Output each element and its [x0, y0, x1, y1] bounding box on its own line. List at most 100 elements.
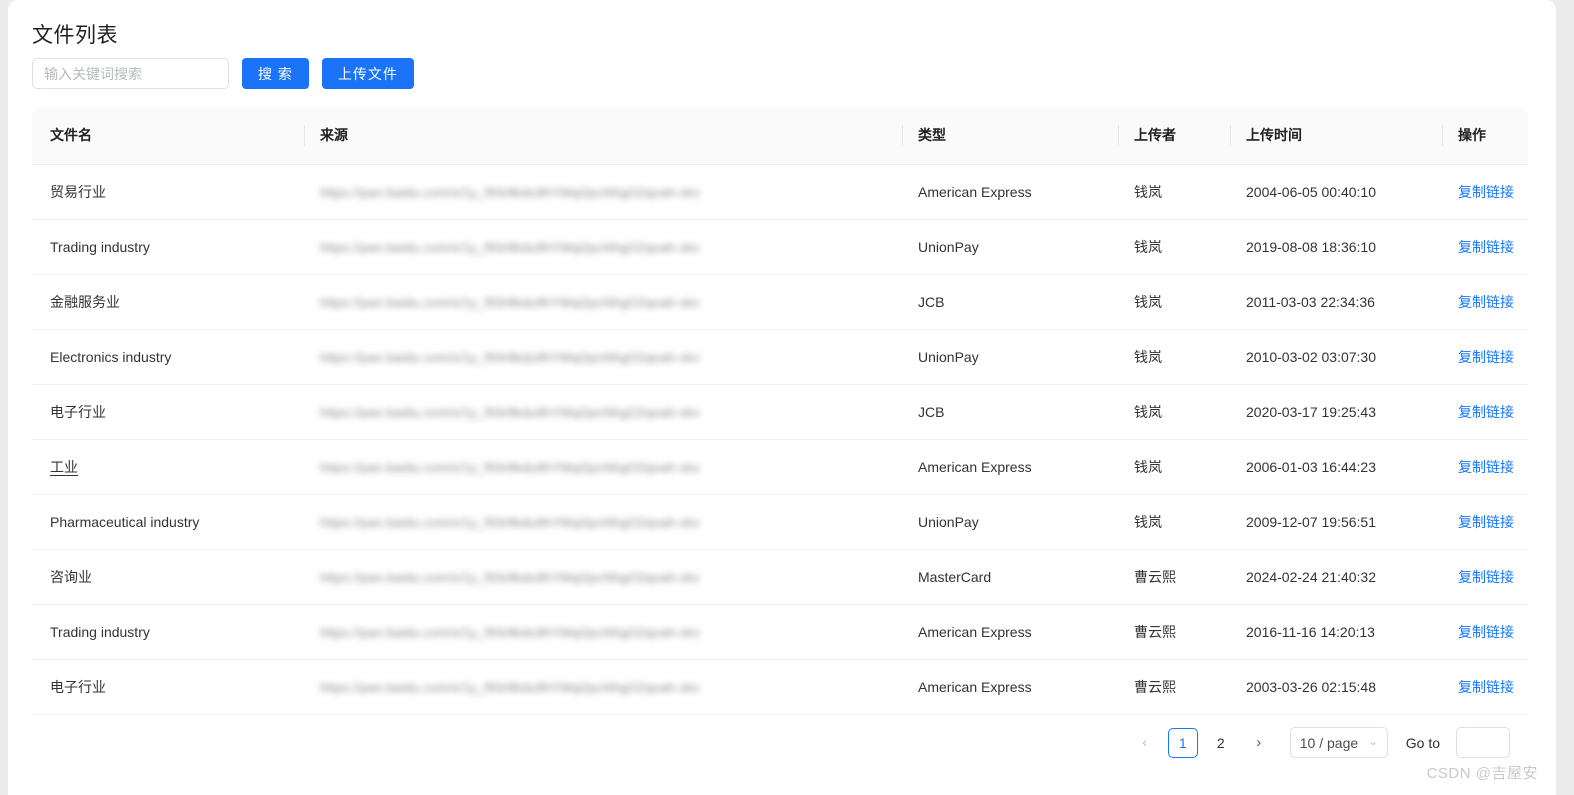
table-row: 咨询业 https://pan.baidu.com/s/1y_f93r8kdu9h…: [32, 549, 1528, 605]
pagination-page-1[interactable]: 1: [1167, 727, 1198, 758]
cell-source: https://pan.baidu.com/s/1y_f93r8kdu9hYMq…: [304, 274, 902, 330]
cell-source: https://pan.baidu.com/s/1y_f93r8kdu9hYMq…: [304, 164, 902, 220]
search-input[interactable]: [32, 58, 229, 89]
file-name-text: 贸易行业: [50, 183, 106, 200]
cell-uploader: 钱岚: [1118, 384, 1230, 440]
cell-action: 复制链接: [1442, 384, 1528, 440]
page-size-select[interactable]: 10 / page ⌄: [1289, 727, 1388, 758]
cell-type: JCB: [902, 384, 1118, 440]
cell-uploader: 曹云熙: [1118, 604, 1230, 660]
table-row: 电子行业 https://pan.baidu.com/s/1y_f93r8kdu9…: [32, 659, 1528, 715]
file-name-text: 咨询业: [50, 568, 92, 585]
cell-file-name: 工业: [32, 439, 304, 495]
file-name-text: 电子行业: [50, 678, 106, 695]
cell-action: 复制链接: [1442, 329, 1528, 385]
cell-source: https://pan.baidu.com/s/1y_f93r8kdu9hYMq…: [304, 659, 902, 715]
cell-upload-time: 2004-06-05 00:40:10: [1230, 164, 1442, 220]
table-row: 电子行业 https://pan.baidu.com/s/1y_f93r8kdu9…: [32, 384, 1528, 440]
file-name-text[interactable]: 工业: [50, 459, 78, 475]
cell-file-name: Trading industry: [32, 219, 304, 275]
cell-type: JCB: [902, 274, 1118, 330]
source-url-blurred: https://pan.baidu.com/s/1y_f93r8kdu9hYMq…: [320, 624, 700, 640]
cell-action: 复制链接: [1442, 549, 1528, 605]
cell-uploader: 钱岚: [1118, 494, 1230, 550]
table-header-row: 文件名 来源 类型 上传者 上传时间 操作: [32, 107, 1528, 165]
cell-file-name: 电子行业: [32, 659, 304, 715]
cell-type: UnionPay: [902, 329, 1118, 385]
cell-source: https://pan.baidu.com/s/1y_f93r8kdu9hYMq…: [304, 439, 902, 495]
cell-upload-time: 2016-11-16 14:20:13: [1230, 604, 1442, 660]
pagination-prev-button[interactable]: ‹: [1130, 728, 1160, 758]
pagination-next-button[interactable]: ›: [1244, 728, 1274, 758]
cell-type: American Express: [902, 164, 1118, 220]
cell-upload-time: 2009-12-07 19:56:51: [1230, 494, 1442, 550]
copy-link-button[interactable]: 复制链接: [1458, 624, 1514, 640]
copy-link-button[interactable]: 复制链接: [1458, 184, 1514, 200]
table-row: Trading industry https://pan.baidu.com/s/…: [32, 604, 1528, 660]
table-row: Pharmaceutical industry https://pan.baidu…: [32, 494, 1528, 550]
watermark: CSDN @吉屋安: [1426, 765, 1538, 782]
table-row: Trading industry https://pan.baidu.com/s/…: [32, 219, 1528, 275]
cell-action: 复制链接: [1442, 604, 1528, 660]
cell-upload-time: 2020-03-17 19:25:43: [1230, 384, 1442, 440]
page-size-label: 10 / page: [1299, 734, 1359, 751]
cell-upload-time: 2003-03-26 02:15:48: [1230, 659, 1442, 715]
source-url-blurred: https://pan.baidu.com/s/1y_f93r8kdu9hYMq…: [320, 459, 700, 475]
table-header: 文件名 来源 类型 上传者 上传时间 操作: [32, 107, 1528, 165]
column-header-action: 操作: [1442, 107, 1528, 165]
cell-file-name: Trading industry: [32, 604, 304, 660]
upload-file-button[interactable]: 上传文件: [321, 58, 414, 89]
copy-link-button[interactable]: 复制链接: [1458, 404, 1514, 420]
goto-page-input[interactable]: [1456, 727, 1510, 758]
cell-source: https://pan.baidu.com/s/1y_f93r8kdu9hYMq…: [304, 549, 902, 605]
copy-link-button[interactable]: 复制链接: [1458, 239, 1514, 255]
cell-file-name: 金融服务业: [32, 274, 304, 330]
pagination-page-2[interactable]: 2: [1205, 727, 1236, 758]
table-row: 贸易行业 https://pan.baidu.com/s/1y_f93r8kdu9…: [32, 164, 1528, 220]
cell-file-name: Electronics industry: [32, 329, 304, 385]
cell-source: https://pan.baidu.com/s/1y_f93r8kdu9hYMq…: [304, 329, 902, 385]
cell-upload-time: 2019-08-08 18:36:10: [1230, 219, 1442, 275]
table-row: Electronics industry https://pan.baidu.co…: [32, 329, 1528, 385]
cell-uploader: 钱岚: [1118, 219, 1230, 275]
copy-link-button[interactable]: 复制链接: [1458, 569, 1514, 585]
table-row: 工业 https://pan.baidu.com/s/1y_f93r8kdu9hY…: [32, 439, 1528, 495]
cell-upload-time: 2011-03-03 22:34:36: [1230, 274, 1442, 330]
file-name-text: 电子行业: [50, 403, 106, 420]
cell-action: 复制链接: [1442, 219, 1528, 275]
cell-type: American Express: [902, 439, 1118, 495]
column-header-type: 类型: [902, 107, 1118, 165]
copy-link-button[interactable]: 复制链接: [1458, 349, 1514, 365]
cell-uploader: 钱岚: [1118, 329, 1230, 385]
column-header-upload-time: 上传时间: [1230, 107, 1442, 165]
copy-link-button[interactable]: 复制链接: [1458, 514, 1514, 530]
cell-uploader: 曹云熙: [1118, 549, 1230, 605]
file-name-text: Electronics industry: [50, 348, 172, 365]
column-header-source: 来源: [304, 107, 902, 165]
file-table-container: 文件名 来源 类型 上传者 上传时间 操作 贸易行业 https://pan.ba…: [32, 107, 1528, 715]
file-table: 文件名 来源 类型 上传者 上传时间 操作 贸易行业 https://pan.ba…: [32, 107, 1528, 715]
copy-link-button[interactable]: 复制链接: [1458, 459, 1514, 475]
cell-type: UnionPay: [902, 219, 1118, 275]
copy-link-button[interactable]: 复制链接: [1458, 679, 1514, 695]
copy-link-button[interactable]: 复制链接: [1458, 294, 1514, 310]
cell-uploader: 钱岚: [1118, 164, 1230, 220]
file-list-card: 文件列表 搜 索 上传文件 文件名 来源 类型 上传者 上传时间 操作 贸易行业…: [8, 0, 1556, 795]
cell-file-name: 贸易行业: [32, 164, 304, 220]
cell-upload-time: 2010-03-02 03:07:30: [1230, 329, 1442, 385]
cell-action: 复制链接: [1442, 274, 1528, 330]
source-url-blurred: https://pan.baidu.com/s/1y_f93r8kdu9hYMq…: [320, 404, 700, 420]
cell-action: 复制链接: [1442, 494, 1528, 550]
search-button[interactable]: 搜 索: [242, 58, 309, 89]
source-url-blurred: https://pan.baidu.com/s/1y_f93r8kdu9hYMq…: [320, 294, 700, 310]
cell-uploader: 曹云熙: [1118, 659, 1230, 715]
column-header-file-name: 文件名: [32, 107, 304, 165]
cell-file-name: 咨询业: [32, 549, 304, 605]
cell-action: 复制链接: [1442, 164, 1528, 220]
cell-file-name: 电子行业: [32, 384, 304, 440]
page-title: 文件列表: [32, 24, 118, 47]
table-body: 贸易行业 https://pan.baidu.com/s/1y_f93r8kdu9…: [32, 164, 1528, 715]
file-name-text: 金融服务业: [50, 293, 120, 310]
source-url-blurred: https://pan.baidu.com/s/1y_f93r8kdu9hYMq…: [320, 239, 700, 255]
cell-uploader: 钱岚: [1118, 274, 1230, 330]
